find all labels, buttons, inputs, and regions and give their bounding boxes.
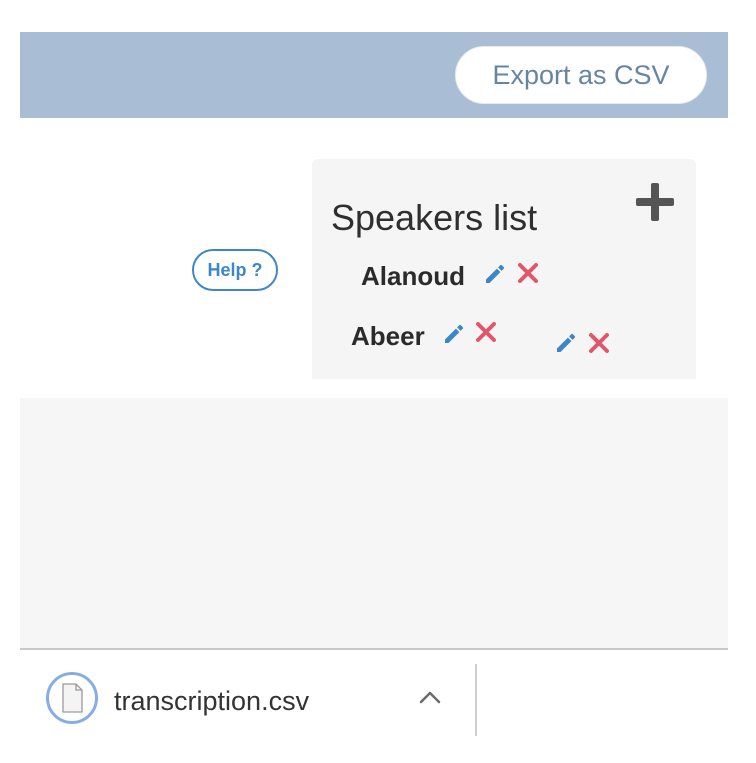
speaker-name-alanoud: Alanoud — [361, 261, 465, 291]
pencil-icon[interactable] — [483, 262, 507, 286]
close-icon[interactable] — [516, 261, 540, 285]
speakers-panel: Speakers list Alanoud Abeer — [312, 159, 696, 379]
transcription-area — [20, 398, 728, 648]
export-csv-button[interactable]: Export as CSV — [455, 46, 707, 104]
chevron-up-icon[interactable] — [418, 688, 442, 706]
close-icon[interactable] — [587, 331, 611, 355]
download-shelf: transcription.csv — [20, 648, 728, 750]
plus-icon[interactable] — [634, 181, 676, 223]
file-icon[interactable] — [46, 672, 98, 724]
speakers-list-title: Speakers list — [331, 197, 538, 238]
pencil-icon[interactable] — [442, 322, 466, 346]
download-divider — [475, 664, 477, 736]
download-filename[interactable]: transcription.csv — [114, 686, 309, 717]
close-icon[interactable] — [474, 320, 498, 344]
pencil-icon[interactable] — [554, 331, 578, 355]
help-button[interactable]: Help ? — [192, 249, 278, 291]
speaker-name-abeer: Abeer — [351, 321, 425, 351]
